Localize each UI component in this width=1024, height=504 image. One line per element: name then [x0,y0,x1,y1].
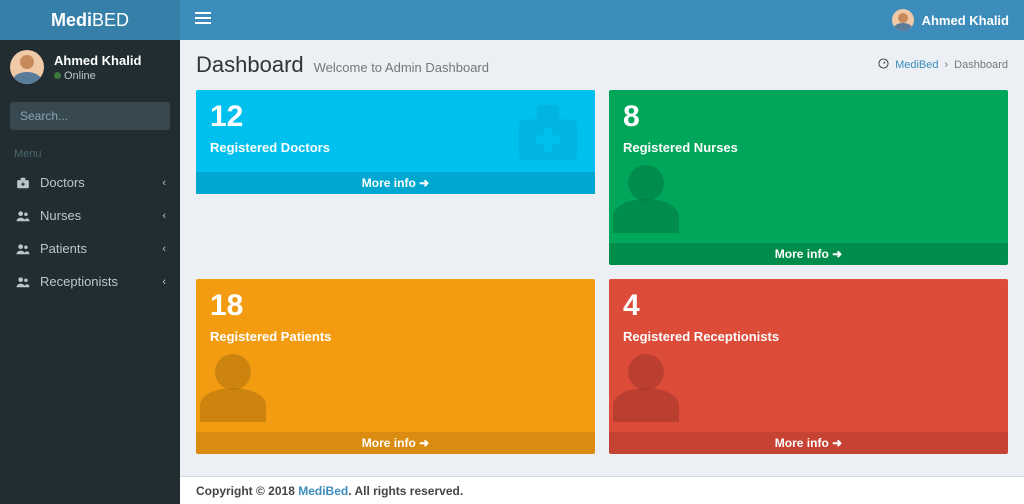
users-icon [14,275,32,289]
sidebar-user-status: Online [54,70,141,82]
dashboard-icon [878,58,889,72]
sidebar: Ahmed Khalid Online Menu Doctors ‹ Nurse… [0,40,180,504]
sidebar-item-receptionists[interactable]: Receptionists ‹ [0,265,180,298]
users-icon [14,209,32,223]
page-footer: Copyright © 2018 MediBed. All rights res… [180,476,1024,504]
chevron-left-icon: ‹ [162,243,166,255]
sidebar-item-label: Nurses [40,208,162,223]
logo-bold: Medi [51,10,92,30]
arrow-circle-right-icon: ➜ [832,247,842,261]
medkit-icon [14,176,32,190]
sidebar-toggle-button[interactable] [195,9,211,32]
sidebar-search [10,102,170,130]
sidebar-item-label: Receptionists [40,274,162,289]
sidebar-user-name: Ahmed Khalid [54,53,141,68]
avatar-icon [10,50,44,84]
users-icon [14,242,32,256]
sidebar-user-panel: Ahmed Khalid Online [0,40,180,94]
content-area: Dashboard Welcome to Admin Dashboard Med… [180,40,1024,476]
breadcrumb-root[interactable]: MediBed [895,59,938,71]
arrow-circle-right-icon: ➜ [419,436,429,450]
page-title: Dashboard Welcome to Admin Dashboard [196,52,489,78]
logo-light: BED [92,10,129,30]
search-input[interactable] [10,102,170,130]
stat-label: Registered Nurses [623,140,994,155]
sidebar-item-doctors[interactable]: Doctors ‹ [0,166,180,199]
person-icon [611,159,681,233]
page-subtitle: Welcome to Admin Dashboard [314,60,489,75]
status-dot-icon [54,72,61,79]
stat-count: 8 [623,100,994,134]
stat-label: Registered Patients [210,329,581,344]
stat-count: 18 [210,289,581,323]
stat-card-nurses: 8 Registered Nurses More info ➜ [609,90,1008,265]
more-info-link[interactable]: More info ➜ [609,243,1008,265]
arrow-circle-right-icon: ➜ [832,436,842,450]
sidebar-item-label: Patients [40,241,162,256]
sidebar-item-patients[interactable]: Patients ‹ [0,232,180,265]
header-user-name: Ahmed Khalid [922,13,1009,28]
sidebar-item-label: Doctors [40,175,162,190]
more-info-link[interactable]: More info ➜ [609,432,1008,454]
breadcrumb: MediBed › Dashboard [878,58,1008,72]
footer-brand-link[interactable]: MediBed [298,484,348,498]
app-logo[interactable]: MediBED [0,0,180,40]
stat-card-doctors: 12 Registered Doctors More info ➜ [196,90,595,265]
stat-label: Registered Receptionists [623,329,994,344]
stat-count: 4 [623,289,994,323]
chevron-left-icon: ‹ [162,276,166,288]
person-icon [198,348,268,422]
header-user-menu[interactable]: Ahmed Khalid [892,9,1009,31]
stat-card-receptionists: 4 Registered Receptionists More info ➜ [609,279,1008,454]
chevron-left-icon: ‹ [162,210,166,222]
medkit-icon [513,94,583,173]
person-icon [611,348,681,422]
stat-card-patients: 18 Registered Patients More info ➜ [196,279,595,454]
more-info-link[interactable]: More info ➜ [196,172,595,194]
more-info-link[interactable]: More info ➜ [196,432,595,454]
chevron-left-icon: ‹ [162,177,166,189]
hamburger-icon [195,9,211,27]
arrow-circle-right-icon: ➜ [419,176,429,190]
menu-header: Menu [0,138,180,166]
avatar-icon [892,9,914,31]
sidebar-item-nurses[interactable]: Nurses ‹ [0,199,180,232]
breadcrumb-current: Dashboard [954,59,1008,71]
